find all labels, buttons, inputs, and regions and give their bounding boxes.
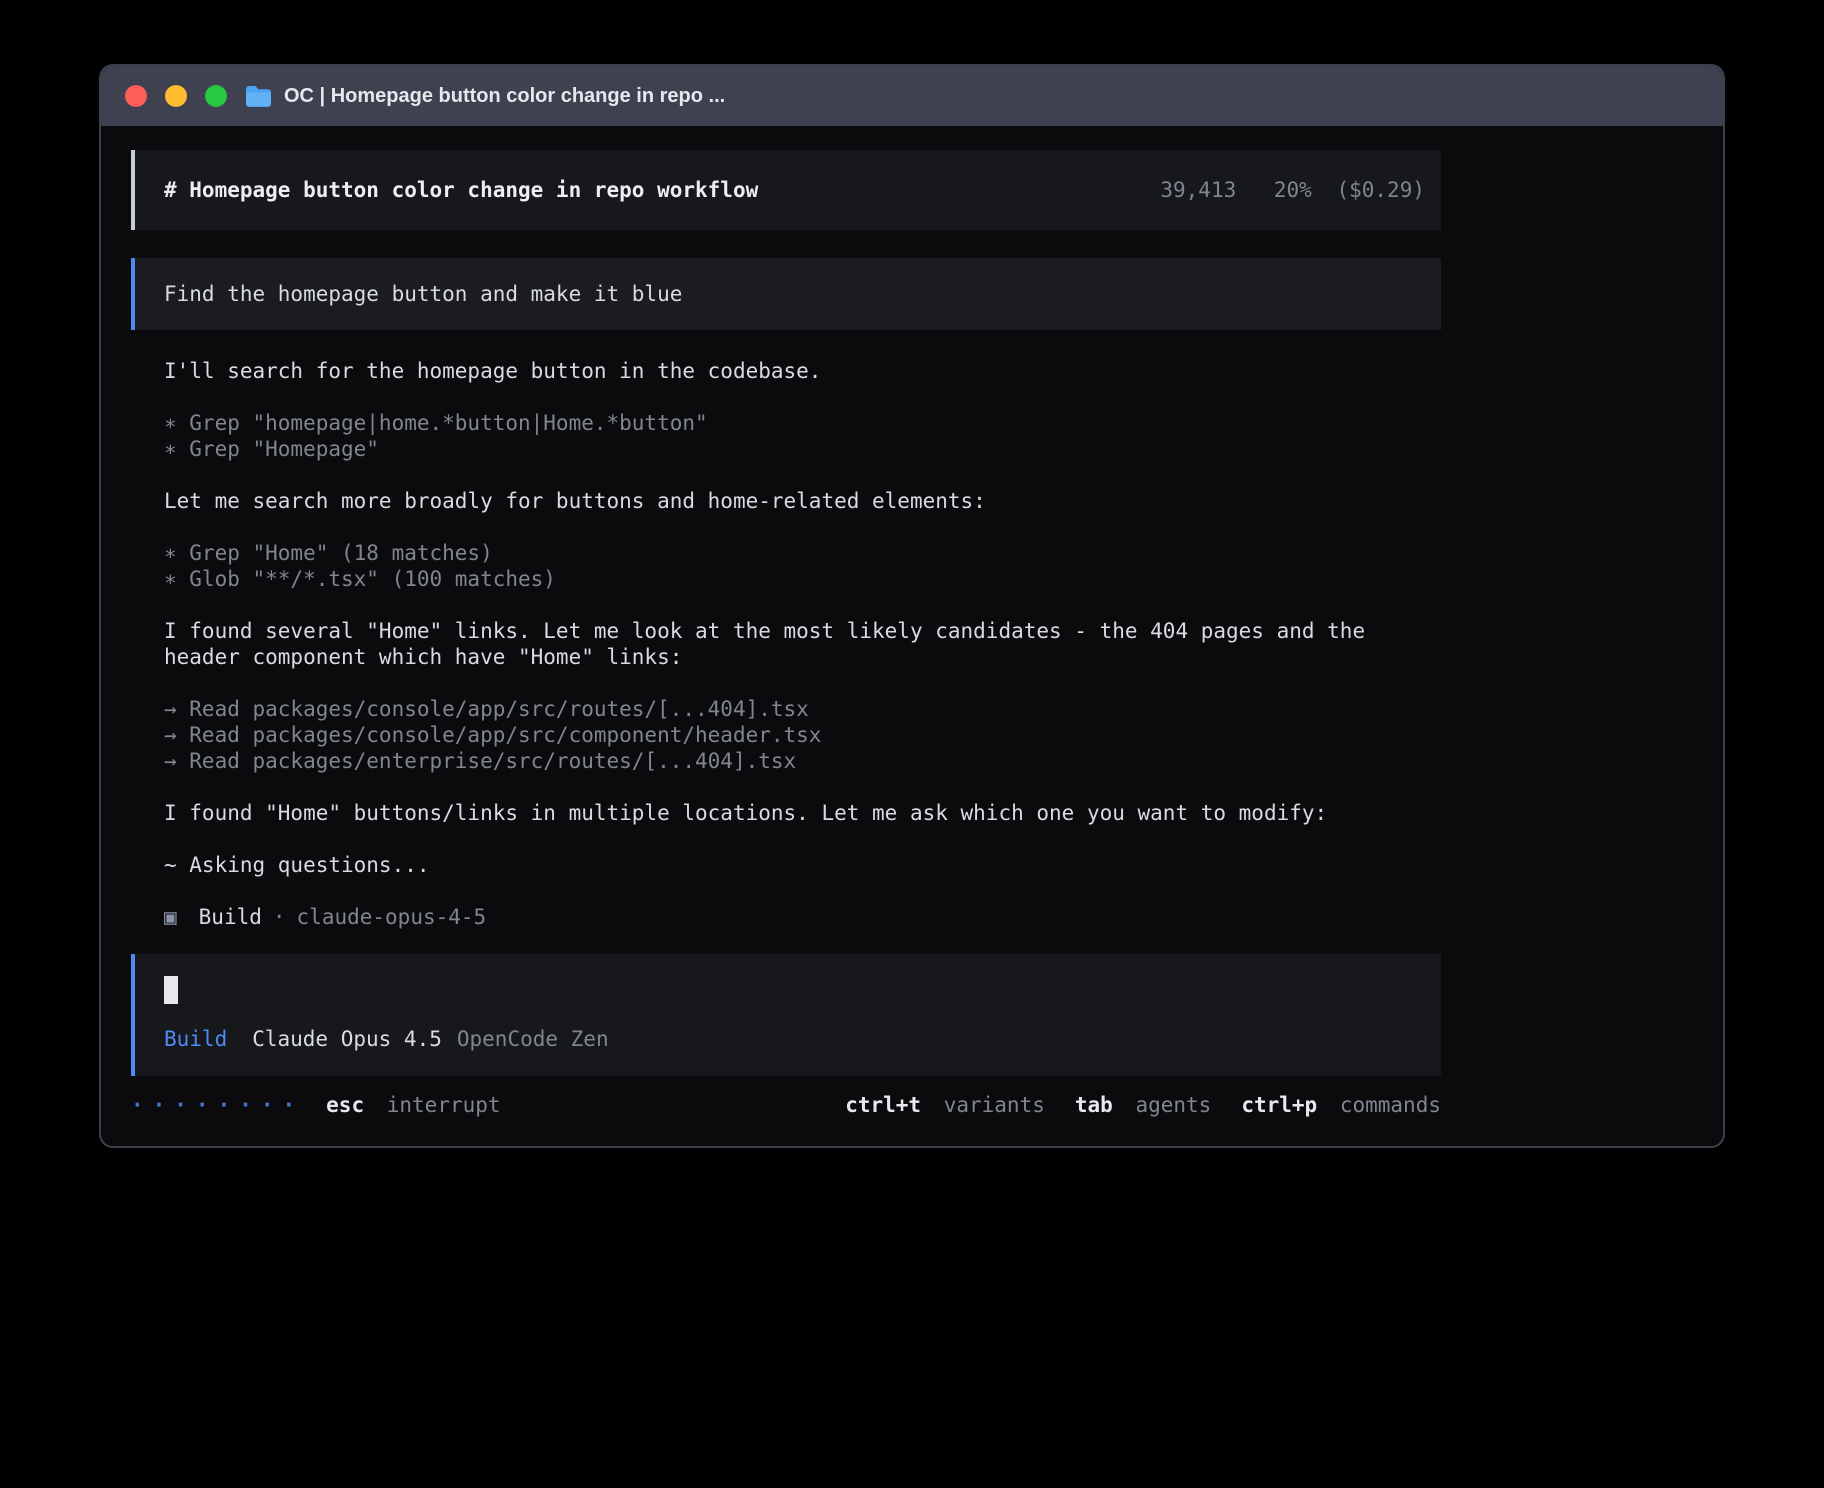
- tool-call: → Read packages/enterprise/src/routes/[.…: [164, 748, 1441, 774]
- assistant-text: I found "Home" buttons/links in multiple…: [164, 800, 1441, 826]
- tool-call: ∗ Grep "Homepage": [164, 436, 1441, 462]
- agent-name: Build: [199, 904, 262, 930]
- user-message: Find the homepage button and make it blu…: [131, 258, 1441, 330]
- footer-left: ········ esc interrupt: [131, 1092, 501, 1118]
- titlebar[interactable]: OC | Homepage button color change in rep…: [101, 66, 1723, 126]
- tool-call: ∗ Grep "Home" (18 matches): [164, 540, 1441, 566]
- zoom-button[interactable]: [205, 85, 227, 107]
- token-count: 39,413: [1160, 178, 1236, 202]
- minimize-button[interactable]: [165, 85, 187, 107]
- tool-call: → Read packages/console/app/src/routes/[…: [164, 696, 1441, 722]
- commands-label: commands: [1340, 1093, 1441, 1117]
- status-footer: ········ esc interrupt ctrl+t variants t…: [131, 1092, 1441, 1118]
- assistant-text: I found several "Home" links. Let me loo…: [164, 618, 1441, 670]
- user-message-text: Find the homepage button and make it blu…: [164, 281, 682, 307]
- variants-key: ctrl+t: [845, 1093, 921, 1117]
- close-button[interactable]: [125, 85, 147, 107]
- spinner-dots: ········: [131, 1092, 304, 1118]
- variants-hint: ctrl+t variants: [845, 1092, 1045, 1118]
- agents-label: agents: [1135, 1093, 1211, 1117]
- session-title: # Homepage button color change in repo w…: [164, 177, 758, 203]
- text-cursor: [164, 976, 178, 1004]
- agents-key: tab: [1075, 1093, 1113, 1117]
- window-title: OC | Homepage button color change in rep…: [284, 85, 725, 108]
- esc-key: esc: [326, 1093, 364, 1117]
- commands-hint: ctrl+p commands: [1241, 1092, 1441, 1118]
- assistant-text: Let me search more broadly for buttons a…: [164, 488, 1441, 514]
- agents-hint: tab agents: [1075, 1092, 1211, 1118]
- interrupt-hint: esc interrupt: [326, 1092, 500, 1118]
- context-percent: 20%: [1274, 178, 1312, 202]
- transcript[interactable]: I'll search for the homepage button in t…: [164, 358, 1441, 930]
- folder-icon: [245, 85, 272, 107]
- tui-content: # Homepage button color change in repo w…: [131, 150, 1441, 1118]
- footer-right: ctrl+t variants tab agents ctrl+p comman…: [815, 1092, 1441, 1118]
- agent-separator: ·: [273, 904, 286, 930]
- tool-call-group: ∗ Grep "Home" (18 matches) ∗ Glob "**/*.…: [164, 540, 1441, 592]
- traffic-lights: [125, 85, 227, 107]
- tool-call: ∗ Glob "**/*.tsx" (100 matches): [164, 566, 1441, 592]
- session-header: # Homepage button color change in repo w…: [131, 150, 1441, 230]
- variants-label: variants: [944, 1093, 1045, 1117]
- commands-key: ctrl+p: [1241, 1093, 1317, 1117]
- session-cost: ($0.29): [1336, 178, 1425, 202]
- tool-call-group: ∗ Grep "homepage|home.*button|Home.*butt…: [164, 410, 1441, 462]
- input-meta: Build Claude Opus 4.5 OpenCode Zen: [164, 1026, 1412, 1052]
- provider-label: OpenCode Zen: [457, 1026, 609, 1052]
- session-stats: 39,413 20% ($0.29): [1160, 177, 1425, 203]
- assistant-text: I'll search for the homepage button in t…: [164, 358, 1441, 384]
- tool-call: ∗ Grep "homepage|home.*button|Home.*butt…: [164, 410, 1441, 436]
- tool-call: → Read packages/console/app/src/componen…: [164, 722, 1441, 748]
- mode-label: Build: [164, 1026, 227, 1052]
- activity-status: ~ Asking questions...: [164, 852, 1441, 878]
- interrupt-label: interrupt: [387, 1093, 501, 1117]
- terminal-window: OC | Homepage button color change in rep…: [99, 64, 1725, 1148]
- agent-mode-icon: ▣: [164, 904, 177, 930]
- agent-status: ▣ Build · claude-opus-4-5: [164, 904, 1441, 930]
- tool-call-group: → Read packages/console/app/src/routes/[…: [164, 696, 1441, 774]
- agent-model: claude-opus-4-5: [297, 904, 487, 930]
- model-label: Claude Opus 4.5: [252, 1026, 442, 1052]
- prompt-input[interactable]: Build Claude Opus 4.5 OpenCode Zen: [131, 954, 1441, 1076]
